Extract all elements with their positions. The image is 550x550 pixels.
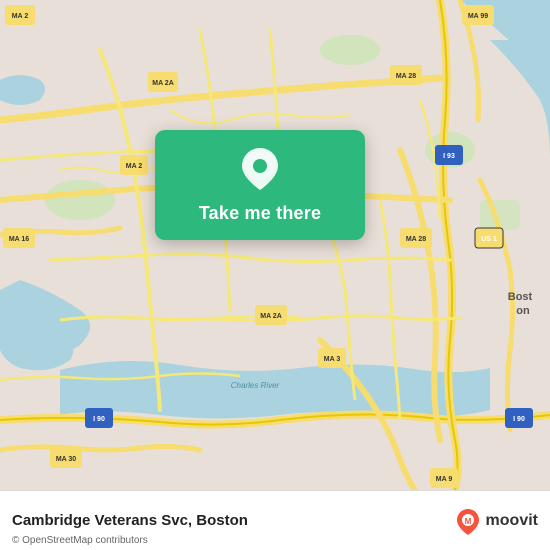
svg-text:I 90: I 90: [93, 416, 105, 423]
svg-text:Bost: Bost: [508, 291, 533, 303]
svg-text:MA 3: MA 3: [324, 356, 341, 363]
svg-text:MA 2: MA 2: [12, 13, 29, 20]
location-pin-icon: [240, 146, 280, 195]
map-container: MA 2 MA 2A MA 2A I 90 I 90 I 93 MA 28 MA…: [0, 0, 550, 490]
svg-text:MA 2: MA 2: [126, 163, 143, 170]
svg-text:on: on: [516, 305, 530, 317]
take-me-there-button[interactable]: Take me there: [199, 201, 321, 226]
svg-text:MA 30: MA 30: [56, 456, 76, 463]
svg-text:MA 99: MA 99: [468, 13, 488, 20]
svg-text:MA 9: MA 9: [436, 476, 453, 483]
moovit-label: moovit: [486, 512, 538, 530]
moovit-logo: M moovit: [454, 507, 538, 535]
svg-text:MA 28: MA 28: [406, 236, 426, 243]
svg-text:US 1: US 1: [481, 236, 497, 243]
svg-text:I 93: I 93: [443, 153, 455, 160]
navigation-card: Take me there: [155, 130, 365, 240]
copyright-text: © OpenStreetMap contributors: [12, 535, 148, 546]
svg-text:MA 2A: MA 2A: [152, 80, 174, 87]
svg-text:MA 16: MA 16: [9, 236, 29, 243]
svg-text:MA 2A: MA 2A: [260, 313, 282, 320]
moovit-icon: M: [454, 507, 482, 535]
svg-text:M: M: [464, 517, 471, 526]
location-info: Cambridge Veterans Svc, Boston © OpenStr…: [12, 512, 454, 529]
svg-text:MA 28: MA 28: [396, 73, 416, 80]
svg-text:I 90: I 90: [513, 416, 525, 423]
bottom-info-bar: Cambridge Veterans Svc, Boston © OpenStr…: [0, 490, 550, 550]
location-name: Cambridge Veterans Svc, Boston: [12, 512, 454, 529]
svg-text:Charles River: Charles River: [231, 381, 280, 390]
